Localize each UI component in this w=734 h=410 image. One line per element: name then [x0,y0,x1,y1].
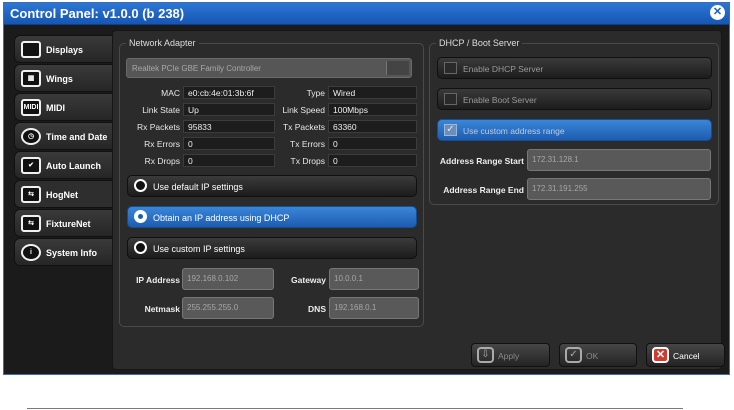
tx-drops-value: 0 [328,154,417,167]
link-speed-label: Link Speed [282,105,325,115]
monitor-icon [21,41,41,58]
hognet-panel: Network Adapter Realtek PCIe GBE Family … [112,30,725,370]
tab-label: System Info [46,248,98,258]
tab-hognet[interactable]: ⇆ HogNet [14,180,114,208]
clock-icon: ◷ [21,128,41,145]
radio-selected-icon [134,210,147,223]
tab-fixturenet[interactable]: ⇆ FixtureNet [14,209,114,237]
tab-label: Wings [46,74,73,84]
radio-label: Use default IP settings [153,182,243,192]
radio-dhcp[interactable]: Obtain an IP address using DHCP [127,206,417,228]
radio-icon [134,241,147,254]
ok-label: OK [586,351,599,361]
checkbox-icon [444,62,457,74]
link-state-value: Up [183,103,275,116]
tab-list: Displays ▦ Wings MIDI MIDI ◷ Time and Da… [14,35,114,267]
auto-launch-icon: ✔ [21,157,41,174]
page-divider [27,408,683,409]
tab-displays[interactable]: Displays [14,35,114,63]
dropdown-arrow-icon[interactable] [386,61,409,75]
tx-errors-label: Tx Errors [290,139,325,149]
tab-label: Time and Date [46,132,108,142]
tx-errors-value: 0 [328,137,417,150]
range-start-label: Address Range Start [439,156,524,166]
control-panel-window: Control Panel: v1.0.0 (b 238) ✕ Displays… [3,2,730,375]
cancel-icon: ✕ [652,347,669,363]
fixture-network-icon: ⇆ [21,215,41,232]
range-end-input[interactable]: 172.31.191.255 [527,178,711,200]
tx-packets-value: 63360 [328,120,417,133]
rx-drops-value: 0 [183,154,275,167]
checkbox-label: Enable DHCP Server [463,64,544,74]
apply-button[interactable]: ⇩ Apply [471,343,550,367]
network-adapter-group: Network Adapter Realtek PCIe GBE Family … [119,38,424,327]
title-bar[interactable]: Control Panel: v1.0.0 (b 238) ✕ [4,3,729,25]
window-body: Displays ▦ Wings MIDI MIDI ◷ Time and Da… [9,30,725,370]
dns-label: DNS [308,304,326,314]
adapter-select[interactable]: Realtek PCIe GBE Family Controller [126,58,412,78]
link-state-label: Link State [142,105,180,115]
network-icon: ⇆ [21,186,41,203]
rx-packets-value: 95833 [183,120,275,133]
rx-errors-value: 0 [183,137,275,150]
close-icon[interactable]: ✕ [710,5,725,20]
custom-range-checkbox[interactable]: ✓ Use custom address range [437,119,712,141]
checkbox-label: Use custom address range [463,126,565,136]
radio-label: Use custom IP settings [153,244,245,254]
radio-default-ip[interactable]: Use default IP settings [127,175,417,197]
ip-address-label: IP Address [136,275,180,285]
checkmark-icon: ✓ [444,124,457,136]
netmask-input[interactable]: 255.255.255.0 [182,297,274,319]
radio-label: Obtain an IP address using DHCP [153,213,290,223]
gateway-label: Gateway [291,275,326,285]
adapter-selected-value: Realtek PCIe GBE Family Controller [132,64,261,73]
checkbox-label: Enable Boot Server [463,95,537,105]
midi-icon: MIDI [21,99,41,116]
checkbox-icon [444,93,457,105]
range-start-input[interactable]: 172.31.128.1 [527,149,711,171]
radio-icon [134,179,147,192]
type-label: Type [306,88,325,98]
type-value: Wired [328,86,417,99]
tab-midi[interactable]: MIDI MIDI [14,93,114,121]
gateway-input[interactable]: 10.0.0.1 [329,268,419,290]
netmask-label: Netmask [144,304,180,314]
radio-custom-ip[interactable]: Use custom IP settings [127,237,417,259]
rx-drops-label: Rx Drops [144,156,180,166]
tab-auto-launch[interactable]: ✔ Auto Launch [14,151,114,179]
range-end-label: Address Range End [443,185,524,195]
cancel-label: Cancel [673,351,700,361]
tab-wings[interactable]: ▦ Wings [14,64,114,92]
tab-label: HogNet [46,190,78,200]
tab-label: MIDI [46,103,65,113]
wing-icon: ▦ [21,70,41,87]
dns-input[interactable]: 192.168.0.1 [329,297,419,319]
rx-packets-label: Rx Packets [137,122,180,132]
tab-time-and-date[interactable]: ◷ Time and Date [14,122,114,150]
rx-errors-label: Rx Errors [144,139,180,149]
cancel-button[interactable]: ✕ Cancel [646,343,725,367]
ok-button[interactable]: ✓ OK [559,343,637,367]
apply-icon: ⇩ [477,347,494,363]
link-speed-value: 100Mbps [328,103,417,116]
apply-label: Apply [498,351,520,361]
tab-label: FixtureNet [46,219,91,229]
window-title: Control Panel: v1.0.0 (b 238) [10,6,185,21]
tab-label: Displays [46,45,84,55]
mac-label: MAC [161,88,180,98]
info-icon: i [21,244,41,261]
adapter-stats: MAC e0:cb:4e:01:3b:6f Type Wired Link St… [120,86,423,167]
ok-icon: ✓ [565,347,582,363]
enable-dhcp-checkbox[interactable]: Enable DHCP Server [437,57,712,79]
group-title: Network Adapter [126,38,199,48]
dhcp-boot-server-group: DHCP / Boot Server Enable DHCP Server En… [429,38,719,205]
tab-label: Auto Launch [46,161,101,171]
ip-address-input[interactable]: 192.168.0.102 [182,268,274,290]
tx-drops-label: Tx Drops [290,156,325,166]
mac-value: e0:cb:4e:01:3b:6f [183,86,275,99]
tx-packets-label: Tx Packets [282,122,325,132]
tab-system-info[interactable]: i System Info [14,238,114,266]
group-title: DHCP / Boot Server [436,38,523,48]
enable-boot-checkbox[interactable]: Enable Boot Server [437,88,712,110]
